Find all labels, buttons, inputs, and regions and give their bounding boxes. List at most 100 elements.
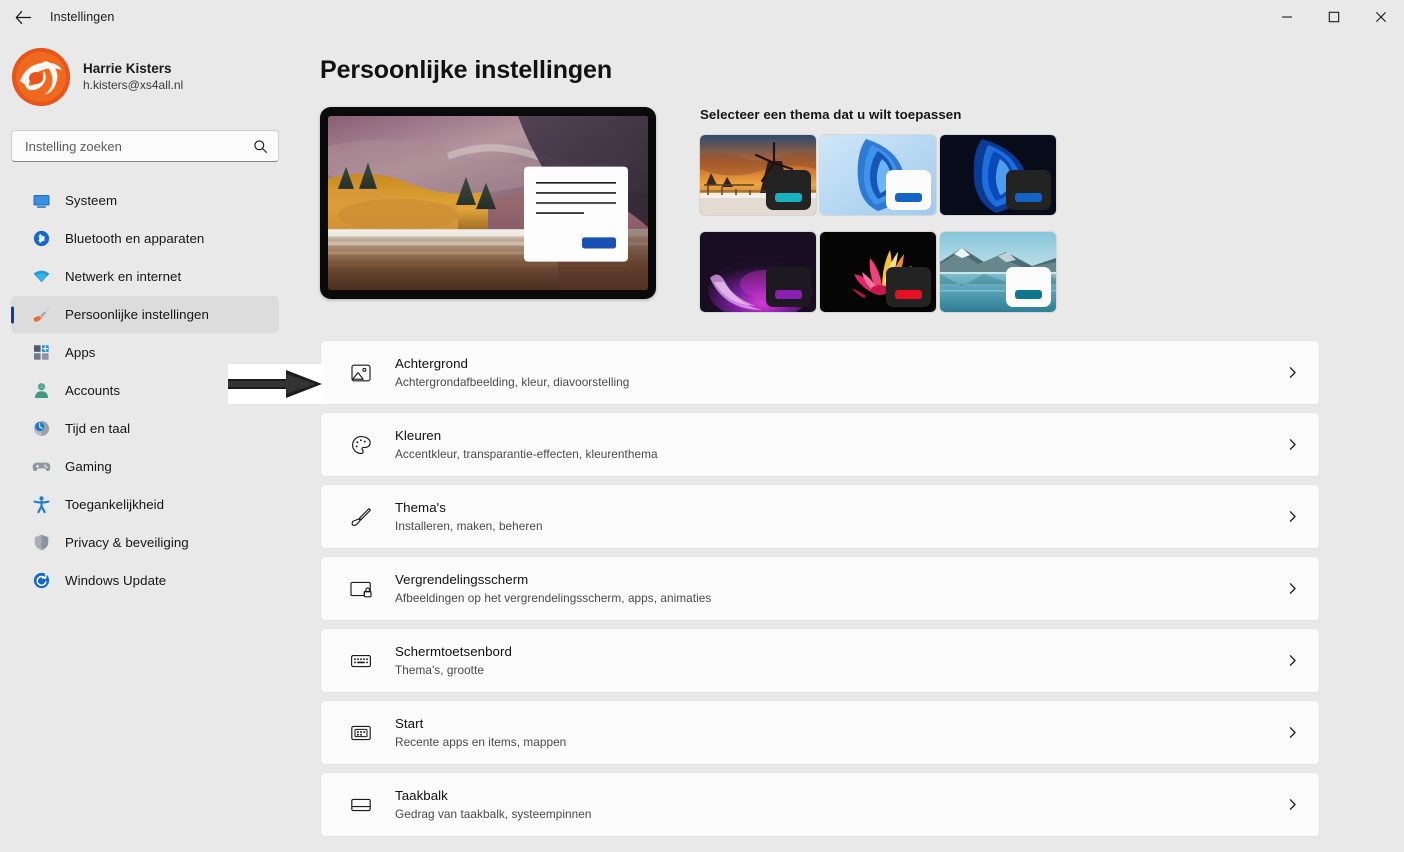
settings-row-text: Kleuren Accentkleur, transparantie-effec…: [395, 428, 658, 461]
settings-row-text: Thema's Installeren, maken, beheren: [395, 500, 543, 533]
settings-row-title: Taakbalk: [395, 787, 448, 803]
theme-swatch: [1006, 267, 1051, 307]
back-button[interactable]: [6, 2, 40, 32]
minimize-button[interactable]: [1263, 0, 1310, 34]
chevron-right-icon: [1281, 794, 1303, 816]
theme-swatch: [766, 170, 811, 210]
sidebar-nav: Systeem Bluetooth en apparaten Netwerk e…: [0, 182, 290, 599]
settings-row-subtitle: Thema's, grootte: [395, 662, 484, 677]
settings-row-subtitle: Accentkleur, transparantie-effecten, kle…: [395, 446, 658, 461]
sidebar-item-apps[interactable]: Apps: [11, 334, 279, 371]
sidebar-item-label: Windows Update: [65, 573, 167, 588]
top-area: Selecteer een thema dat u wilt toepassen: [320, 107, 1404, 314]
theme-swatch: [1006, 170, 1051, 210]
settings-row-text: Taakbalk Gedrag van taakbalk, systeempin…: [395, 788, 591, 821]
settings-row-text: Start Recente apps en items, mappen: [395, 716, 566, 749]
settings-row-title: Schermtoetsenbord: [395, 643, 512, 659]
search-container: [11, 130, 279, 162]
theme-swatch: [886, 170, 931, 210]
account-header[interactable]: Harrie Kisters h.kisters@xs4all.nl: [0, 34, 290, 106]
settings-row-vergrendelingsscherm[interactable]: Vergrendelingsscherm Afbeeldingen op het…: [320, 556, 1320, 621]
close-icon: [1375, 11, 1386, 23]
person-icon: [31, 381, 51, 401]
theme-swatch: [766, 267, 811, 307]
theme-tile-bloom-donker[interactable]: [940, 135, 1056, 215]
theme-tile-windmolen[interactable]: [700, 135, 816, 215]
settings-row-schermtoetsenbord[interactable]: Schermtoetsenbord Thema's, grootte: [320, 628, 1320, 693]
settings-row-taakbalk[interactable]: Taakbalk Gedrag van taakbalk, systeempin…: [320, 772, 1320, 837]
sidebar-item-persoonlijke-instellingen[interactable]: Persoonlijke instellingen: [11, 296, 279, 333]
settings-row-achtergrond[interactable]: Achtergrond Achtergrondafbeelding, kleur…: [320, 340, 1320, 405]
sidebar-item-accounts[interactable]: Accounts: [11, 372, 279, 409]
maximize-button[interactable]: [1310, 0, 1357, 34]
sidebar-item-netwerk-en-internet[interactable]: Netwerk en internet: [11, 258, 279, 295]
sidebar-item-label: Accounts: [65, 383, 121, 398]
back-arrow-icon: [15, 10, 31, 24]
theme-accent-bar: [1015, 290, 1042, 299]
theme-tile-bloem[interactable]: [820, 232, 936, 312]
sidebar-item-windows-update[interactable]: Windows Update: [11, 562, 279, 599]
theme-tile-bloom-licht[interactable]: [820, 135, 936, 215]
clock-globe-icon: [31, 419, 51, 439]
taskbar-icon: [348, 792, 374, 818]
settings-row-title: Start: [395, 715, 424, 731]
sidebar-item-toegankelijkheid[interactable]: Toegankelijkheid: [11, 486, 279, 523]
window-titlebar: Instellingen: [0, 0, 1404, 34]
sidebar-item-gaming[interactable]: Gaming: [11, 448, 279, 485]
gamepad-icon: [31, 457, 51, 477]
theme-grid: [700, 135, 1060, 314]
monitor-icon: [31, 191, 51, 211]
image-icon: [348, 360, 374, 386]
chevron-right-icon: [1281, 506, 1303, 528]
window-controls: [1263, 0, 1404, 34]
theme-cell: [940, 135, 1060, 217]
account-email: h.kisters@xs4all.nl: [83, 78, 184, 93]
theme-picker: Selecteer een thema dat u wilt toepassen: [700, 107, 1060, 314]
sidebar-item-privacy-beveiliging[interactable]: Privacy & beveiliging: [11, 524, 279, 561]
settings-row-text: Vergrendelingsscherm Afbeeldingen op het…: [395, 572, 711, 605]
theme-accent-bar: [775, 193, 802, 202]
settings-row-subtitle: Recente apps en items, mappen: [395, 734, 567, 749]
theme-accent-bar: [895, 193, 922, 202]
wallpaper-preview: [328, 116, 648, 290]
theme-cell: [700, 232, 820, 314]
paintbrush-icon: [348, 504, 374, 530]
maximize-icon: [1328, 11, 1339, 23]
sidebar-item-label: Apps: [65, 345, 96, 360]
settings-row-title: Kleuren: [395, 427, 442, 443]
chevron-right-icon: [1281, 578, 1303, 600]
sidebar-item-tijd-en-taal[interactable]: Tijd en taal: [11, 410, 279, 447]
page-title: Persoonlijke instellingen: [320, 56, 613, 84]
theme-tile-bergmeer[interactable]: [940, 232, 1056, 312]
sidebar-item-label: Systeem: [65, 193, 118, 208]
theme-accent-bar: [895, 290, 922, 299]
settings-row-start[interactable]: Start Recente apps en items, mappen: [320, 700, 1320, 765]
start-menu-icon: [348, 720, 374, 746]
window-title: Instellingen: [50, 10, 115, 24]
sidebar: Harrie Kisters h.kisters@xs4all.nl Inste…: [0, 34, 290, 852]
theme-tile-paarse-gloed[interactable]: [700, 232, 816, 312]
theme-cell: [820, 135, 940, 217]
window-body: Harrie Kisters h.kisters@xs4all.nl Inste…: [0, 34, 1404, 852]
settings-row-text: Achtergrond Achtergrondafbeelding, kleur…: [395, 356, 629, 389]
sidebar-item-label: Persoonlijke instellingen: [65, 307, 209, 322]
chevron-right-icon: [1281, 434, 1303, 456]
theme-cell: [940, 232, 1060, 314]
sidebar-item-bluetooth-en-apparaten[interactable]: Bluetooth en apparaten: [11, 220, 279, 257]
settings-row-themas[interactable]: Thema's Installeren, maken, beheren: [320, 484, 1320, 549]
theme-cell: [700, 135, 820, 217]
theme-accent-bar: [775, 290, 802, 299]
sidebar-item-label: Tijd en taal: [65, 421, 131, 436]
desktop-preview: [320, 107, 656, 299]
search-box[interactable]: [11, 130, 279, 162]
settings-row-subtitle: Installeren, maken, beheren: [395, 518, 543, 533]
settings-row-kleuren[interactable]: Kleuren Accentkleur, transparantie-effec…: [320, 412, 1320, 477]
search-input[interactable]: [25, 138, 252, 154]
settings-window: Instellingen Harrie Kisters h.kisters@xs…: [0, 0, 1404, 852]
preview-dialog: [524, 166, 628, 262]
user-avatar-logo: [12, 48, 70, 106]
sidebar-item-systeem[interactable]: Systeem: [11, 182, 279, 219]
main-content: Persoonlijke instellingen Selecteer een …: [290, 34, 1404, 852]
monitor-screen: [328, 116, 648, 290]
close-button[interactable]: [1357, 0, 1404, 34]
